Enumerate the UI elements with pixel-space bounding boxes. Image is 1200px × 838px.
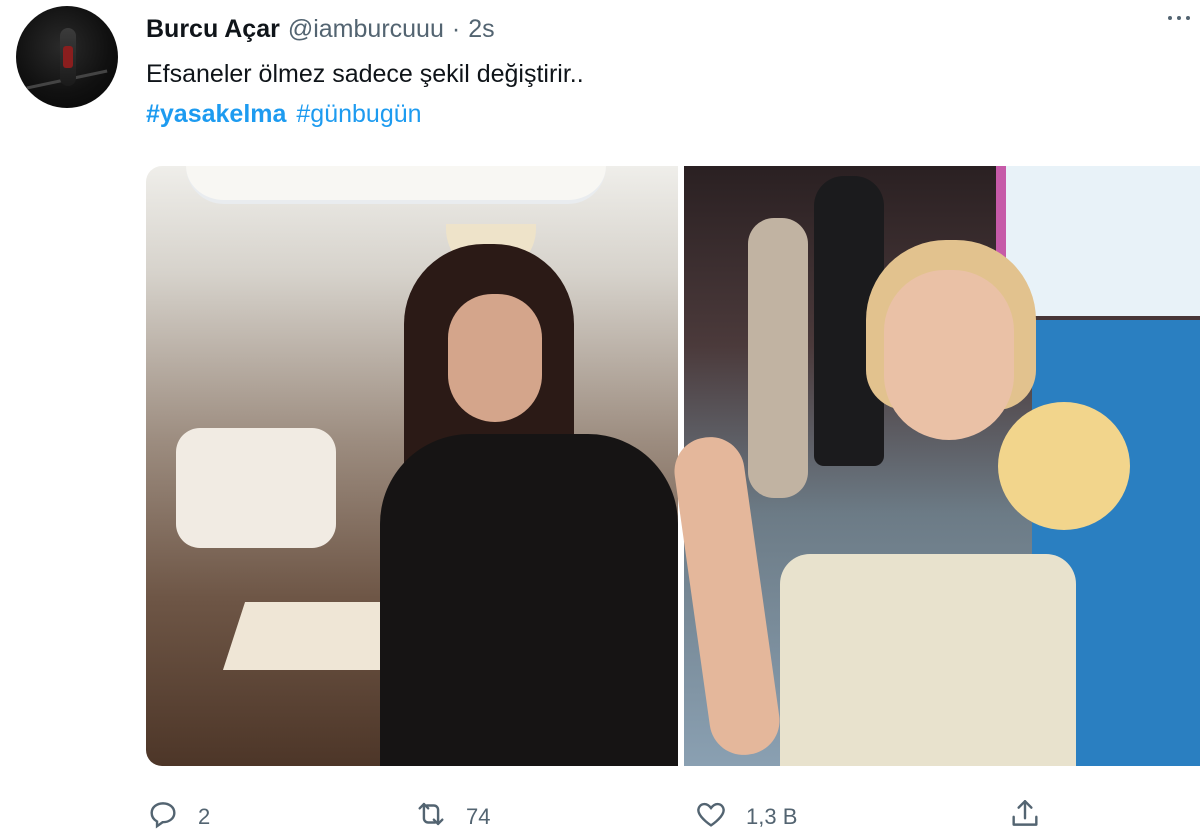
tweet-actions: 2 74 1,3 B bbox=[0, 796, 1200, 838]
reply-count: 2 bbox=[198, 804, 211, 829]
retweet-button[interactable]: 74 bbox=[414, 796, 490, 838]
share-icon bbox=[1008, 797, 1042, 837]
person-dress bbox=[780, 554, 1076, 766]
person-face bbox=[448, 294, 542, 422]
retweet-count: 74 bbox=[466, 804, 491, 829]
author-handle[interactable]: @iamburcuuu bbox=[288, 15, 444, 44]
hashtag-link[interactable]: #yasakelma bbox=[146, 100, 286, 128]
hashtag-row: #yasakelma #günbugün bbox=[146, 100, 432, 129]
more-icon[interactable] bbox=[1168, 16, 1190, 20]
avatar-figure-detail bbox=[63, 46, 73, 68]
heart-icon bbox=[694, 797, 728, 837]
tweet-header: Burcu Açar @iamburcuuu · 2s bbox=[146, 12, 495, 46]
media-grid bbox=[146, 166, 1200, 766]
avatar[interactable] bbox=[16, 6, 118, 108]
reply-icon bbox=[146, 797, 180, 837]
more-dot bbox=[1168, 16, 1172, 20]
hashtag-link[interactable]: #günbugün bbox=[296, 100, 421, 128]
more-dot bbox=[1177, 16, 1181, 20]
like-count: 1,3 B bbox=[746, 804, 798, 829]
logo-shape bbox=[998, 402, 1130, 530]
separator-dot: · bbox=[451, 14, 461, 43]
ceiling-shape bbox=[186, 166, 606, 204]
reply-button[interactable]: 2 bbox=[146, 796, 210, 838]
person-face bbox=[884, 270, 1014, 440]
media-image-2[interactable] bbox=[670, 166, 1200, 766]
tweet-timestamp[interactable]: 2s bbox=[468, 15, 494, 44]
more-dot bbox=[1186, 16, 1190, 20]
person-dress bbox=[380, 434, 678, 766]
tweet-text: Efsaneler ölmez sadece şekil değiştirir.… bbox=[146, 60, 584, 88]
sofa-shape bbox=[176, 428, 336, 548]
share-button[interactable] bbox=[1008, 796, 1042, 838]
author-name[interactable]: Burcu Açar bbox=[146, 15, 280, 44]
retweet-icon bbox=[414, 797, 448, 837]
like-button[interactable]: 1,3 B bbox=[694, 796, 797, 838]
background-person bbox=[748, 218, 808, 498]
media-image-1[interactable] bbox=[146, 166, 678, 766]
